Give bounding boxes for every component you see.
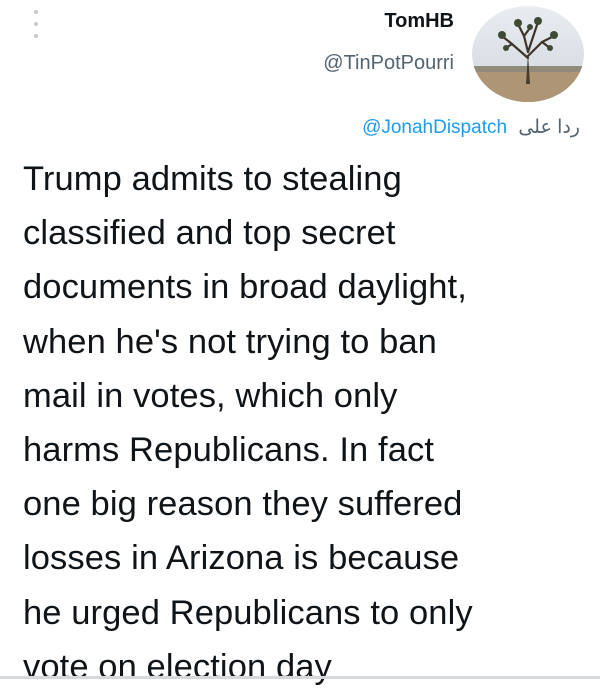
replying-to: @JonahDispatch ردا على <box>362 116 580 139</box>
tweet-card: TomHB @TinPotPourri @JonahDispatch ردا ع… <box>0 0 600 686</box>
dot <box>34 34 38 38</box>
joshua-tree-avatar-icon <box>472 6 584 102</box>
author-handle[interactable]: @TinPotPourri <box>323 52 454 75</box>
tweet-text: Trump admits to stealing classified and … <box>23 160 473 686</box>
dot <box>34 10 38 14</box>
dot <box>34 22 38 26</box>
reply-target-link[interactable]: @JonahDispatch <box>362 117 507 138</box>
more-options-icon[interactable] <box>30 10 42 38</box>
reply-label: ردا على <box>518 117 580 138</box>
author-name[interactable]: TomHB <box>384 10 454 33</box>
avatar[interactable] <box>472 6 584 102</box>
